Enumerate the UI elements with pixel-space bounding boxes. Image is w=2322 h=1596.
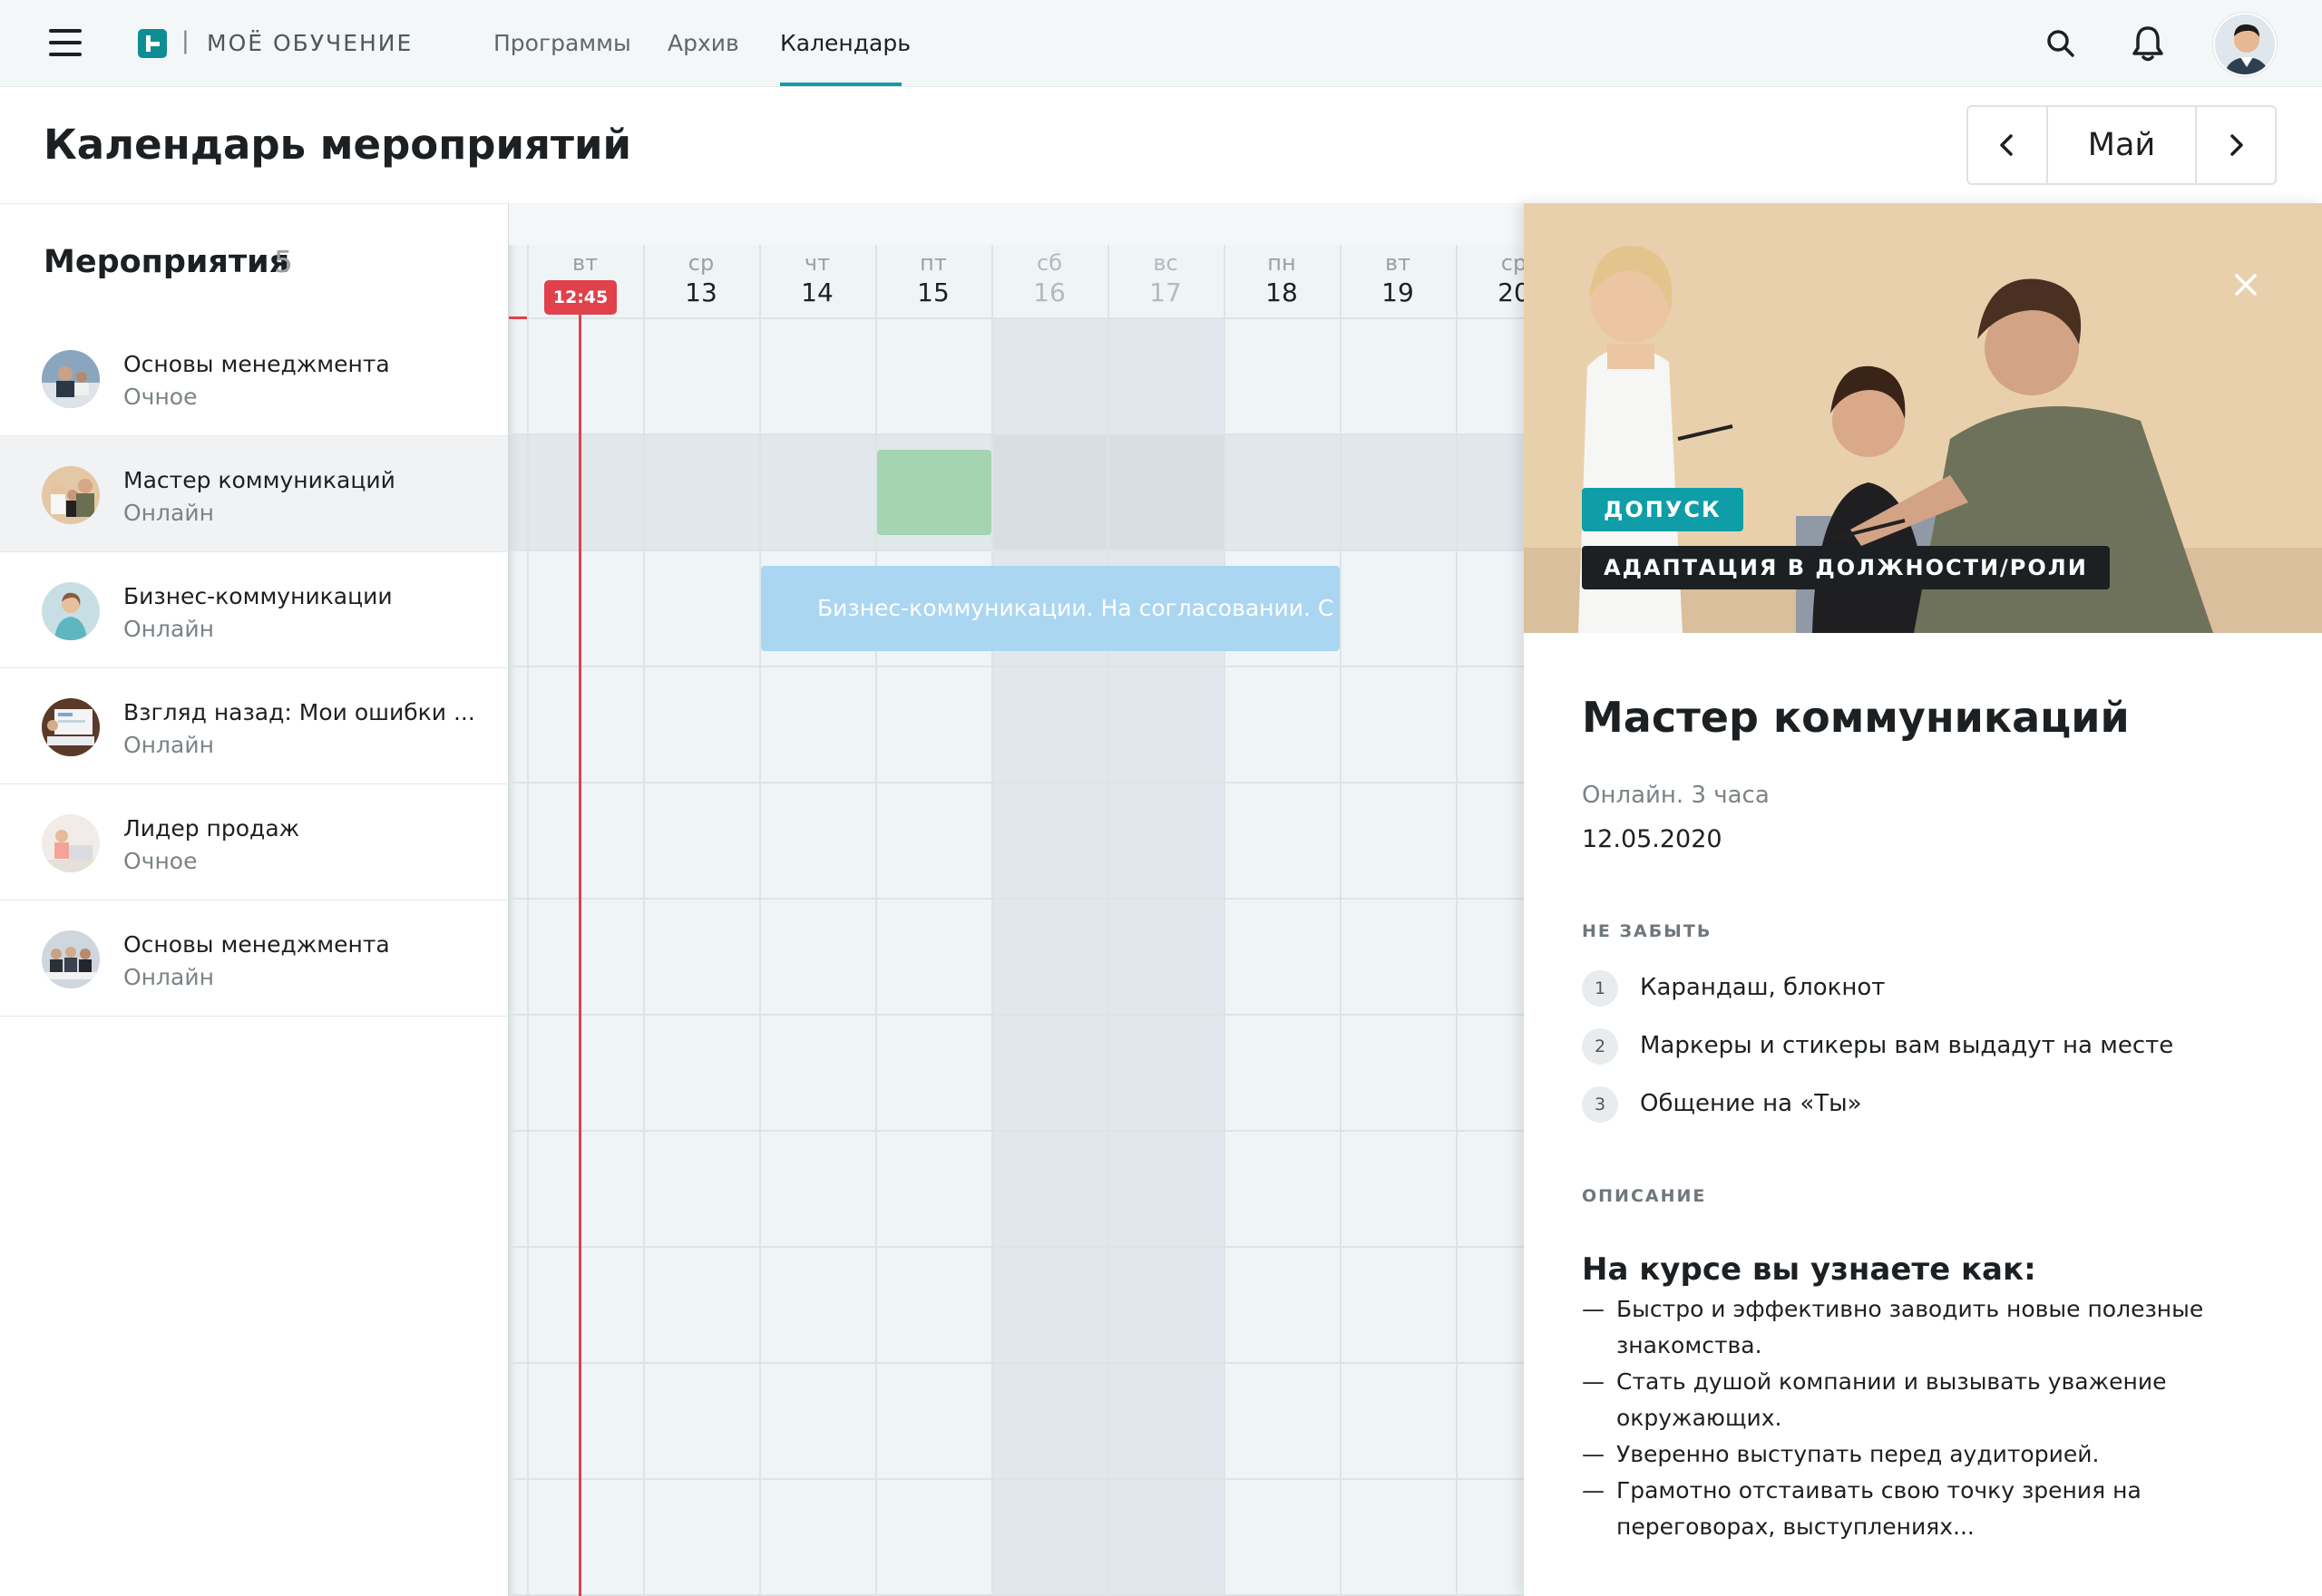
grid-line (509, 1362, 1524, 1364)
grid-line (527, 245, 529, 1596)
nav-link-programs[interactable]: Программы (493, 30, 631, 56)
events-list-title: Мероприятия (44, 244, 290, 280)
list-item[interactable]: Лидер продаж Очное (0, 784, 508, 900)
event-name: Лидер продаж (123, 815, 300, 842)
day-header: сб 16 (1033, 250, 1066, 307)
brand-separator: | (181, 27, 190, 54)
event-detail-panel: ДОПУСК АДАПТАЦИЯ В ДОЛЖНОСТИ/РОЛИ Мастер… (1524, 203, 2322, 1596)
close-icon[interactable] (2226, 265, 2266, 305)
event-title: Мастер коммуникаций (1582, 693, 2130, 742)
event-type: Онлайн (123, 964, 214, 990)
list-item[interactable]: Бизнес-коммуникации Онлайн (0, 552, 508, 668)
search-icon[interactable] (2044, 27, 2077, 60)
reminders-section-title: НЕ ЗАБЫТЬ (1582, 921, 1712, 941)
nav-link-calendar[interactable]: Календарь (780, 30, 911, 56)
event-type: Очное (123, 848, 198, 874)
grid-line (509, 433, 1524, 435)
event-thumbnail (42, 814, 100, 872)
grid-line (643, 245, 645, 1596)
event-hero-image: ДОПУСК АДАПТАЦИЯ В ДОЛЖНОСТИ/РОЛИ (1524, 203, 2322, 633)
description-item: Уверенно выступать перед аудиторией. (1582, 1436, 2271, 1473)
grid-line (1224, 245, 1225, 1596)
day-header: вт 19 (1381, 250, 1414, 307)
menu-icon[interactable] (49, 29, 82, 56)
event-type: Очное (123, 384, 198, 410)
event-name: Основы менеджмента (123, 931, 390, 958)
grid-line (509, 317, 1524, 319)
list-item[interactable]: Основы менеджмента Онлайн (0, 900, 508, 1017)
grid-line (509, 1246, 1524, 1248)
description-item: Быстро и эффективно заводить новые полез… (1582, 1291, 2271, 1364)
event-block-master-communications[interactable] (877, 450, 991, 535)
grid-line (509, 898, 1524, 900)
grid-line (509, 1478, 1524, 1480)
now-indicator-line (579, 310, 581, 1596)
chevron-left-icon[interactable] (1968, 107, 2046, 183)
day-header: вт (571, 250, 599, 276)
event-type: Онлайн (123, 500, 214, 526)
calendar-grid: вт ср13 чт14 пт15 сб16 вс17 пн18 вт19 ср… (508, 203, 1524, 1596)
now-indicator-tick (509, 316, 527, 319)
grid-line (1456, 245, 1458, 1596)
chevron-right-icon[interactable] (2197, 107, 2275, 183)
access-tag: ДОПУСК (1582, 488, 1743, 531)
description-item: Грамотно отстаивать свою точку зрения на… (1582, 1473, 2271, 1545)
description-heading: На курсе вы узнаете как: (1582, 1251, 2036, 1288)
grid-line (1107, 245, 1109, 1596)
grid-line (509, 1130, 1524, 1132)
list-item[interactable]: Взгляд назад: Мои ошибки ... Онлайн (0, 668, 508, 784)
event-thumbnail (42, 698, 100, 756)
day-header: ср 13 (685, 250, 717, 307)
grid-line (509, 782, 1524, 783)
top-navigation: | МОЁ ОБУЧЕНИЕ Программы Архив Календарь (0, 0, 2322, 87)
calendar-header-strip (509, 203, 1524, 245)
grid-line (991, 245, 993, 1596)
grid-line (875, 245, 877, 1596)
events-list-panel: Мероприятия 5 Основы менеджмента Очное М… (0, 203, 508, 1596)
bell-icon[interactable] (2130, 24, 2166, 63)
event-type: Онлайн (123, 616, 214, 642)
event-name: Основы менеджмента (123, 351, 390, 377)
list-item[interactable]: Мастер коммуникаций Онлайн (0, 436, 508, 552)
event-thumbnail (42, 582, 100, 640)
active-tab-indicator (780, 83, 902, 86)
event-name: Взгляд назад: Мои ошибки ... (123, 699, 475, 725)
event-thumbnail (42, 466, 100, 524)
brand-name: МОЁ ОБУЧЕНИЕ (207, 30, 414, 56)
category-tag: АДАПТАЦИЯ В ДОЛЖНОСТИ/РОЛИ (1582, 546, 2110, 589)
list-item[interactable]: Основы менеджмента Очное (0, 320, 508, 436)
day-header: чт 14 (801, 250, 834, 307)
app-logo[interactable] (138, 29, 167, 58)
day-header: пт 15 (917, 250, 950, 307)
events-count: 5 (274, 244, 293, 279)
nav-link-archive[interactable]: Архив (668, 30, 739, 56)
selected-row-highlight (509, 435, 1524, 550)
event-name: Бизнес-коммуникации (123, 583, 393, 609)
current-month: Май (2046, 107, 2197, 183)
description-section-title: ОПИСАНИЕ (1582, 1186, 1707, 1206)
month-switcher: Май (1966, 105, 2277, 185)
grid-line (1340, 245, 1341, 1596)
description-list: Быстро и эффективно заводить новые полез… (1582, 1291, 2271, 1545)
description-item: Стать душой компании и вызывать уважение… (1582, 1364, 2271, 1436)
day-header: вс 17 (1149, 250, 1182, 307)
event-name: Мастер коммуникаций (123, 467, 395, 493)
user-avatar[interactable] (2213, 13, 2277, 76)
event-type: Онлайн (123, 732, 214, 758)
grid-line (509, 1014, 1524, 1016)
event-date: 12.05.2020 (1582, 825, 1722, 853)
day-header: ср20 (1498, 250, 1524, 307)
event-format-duration: Онлайн. 3 часа (1582, 782, 1770, 809)
grid-line (509, 550, 1524, 551)
now-time-badge: 12:45 (544, 280, 617, 315)
page-title: Календарь мероприятий (44, 121, 632, 169)
event-block-business-communications[interactable]: Бизнес-коммуникации. На согласовании. С … (761, 566, 1340, 651)
event-thumbnail (42, 930, 100, 988)
day-header: пн 18 (1265, 250, 1298, 307)
event-thumbnail (42, 350, 100, 408)
grid-line (759, 245, 761, 1596)
grid-line (509, 666, 1524, 667)
